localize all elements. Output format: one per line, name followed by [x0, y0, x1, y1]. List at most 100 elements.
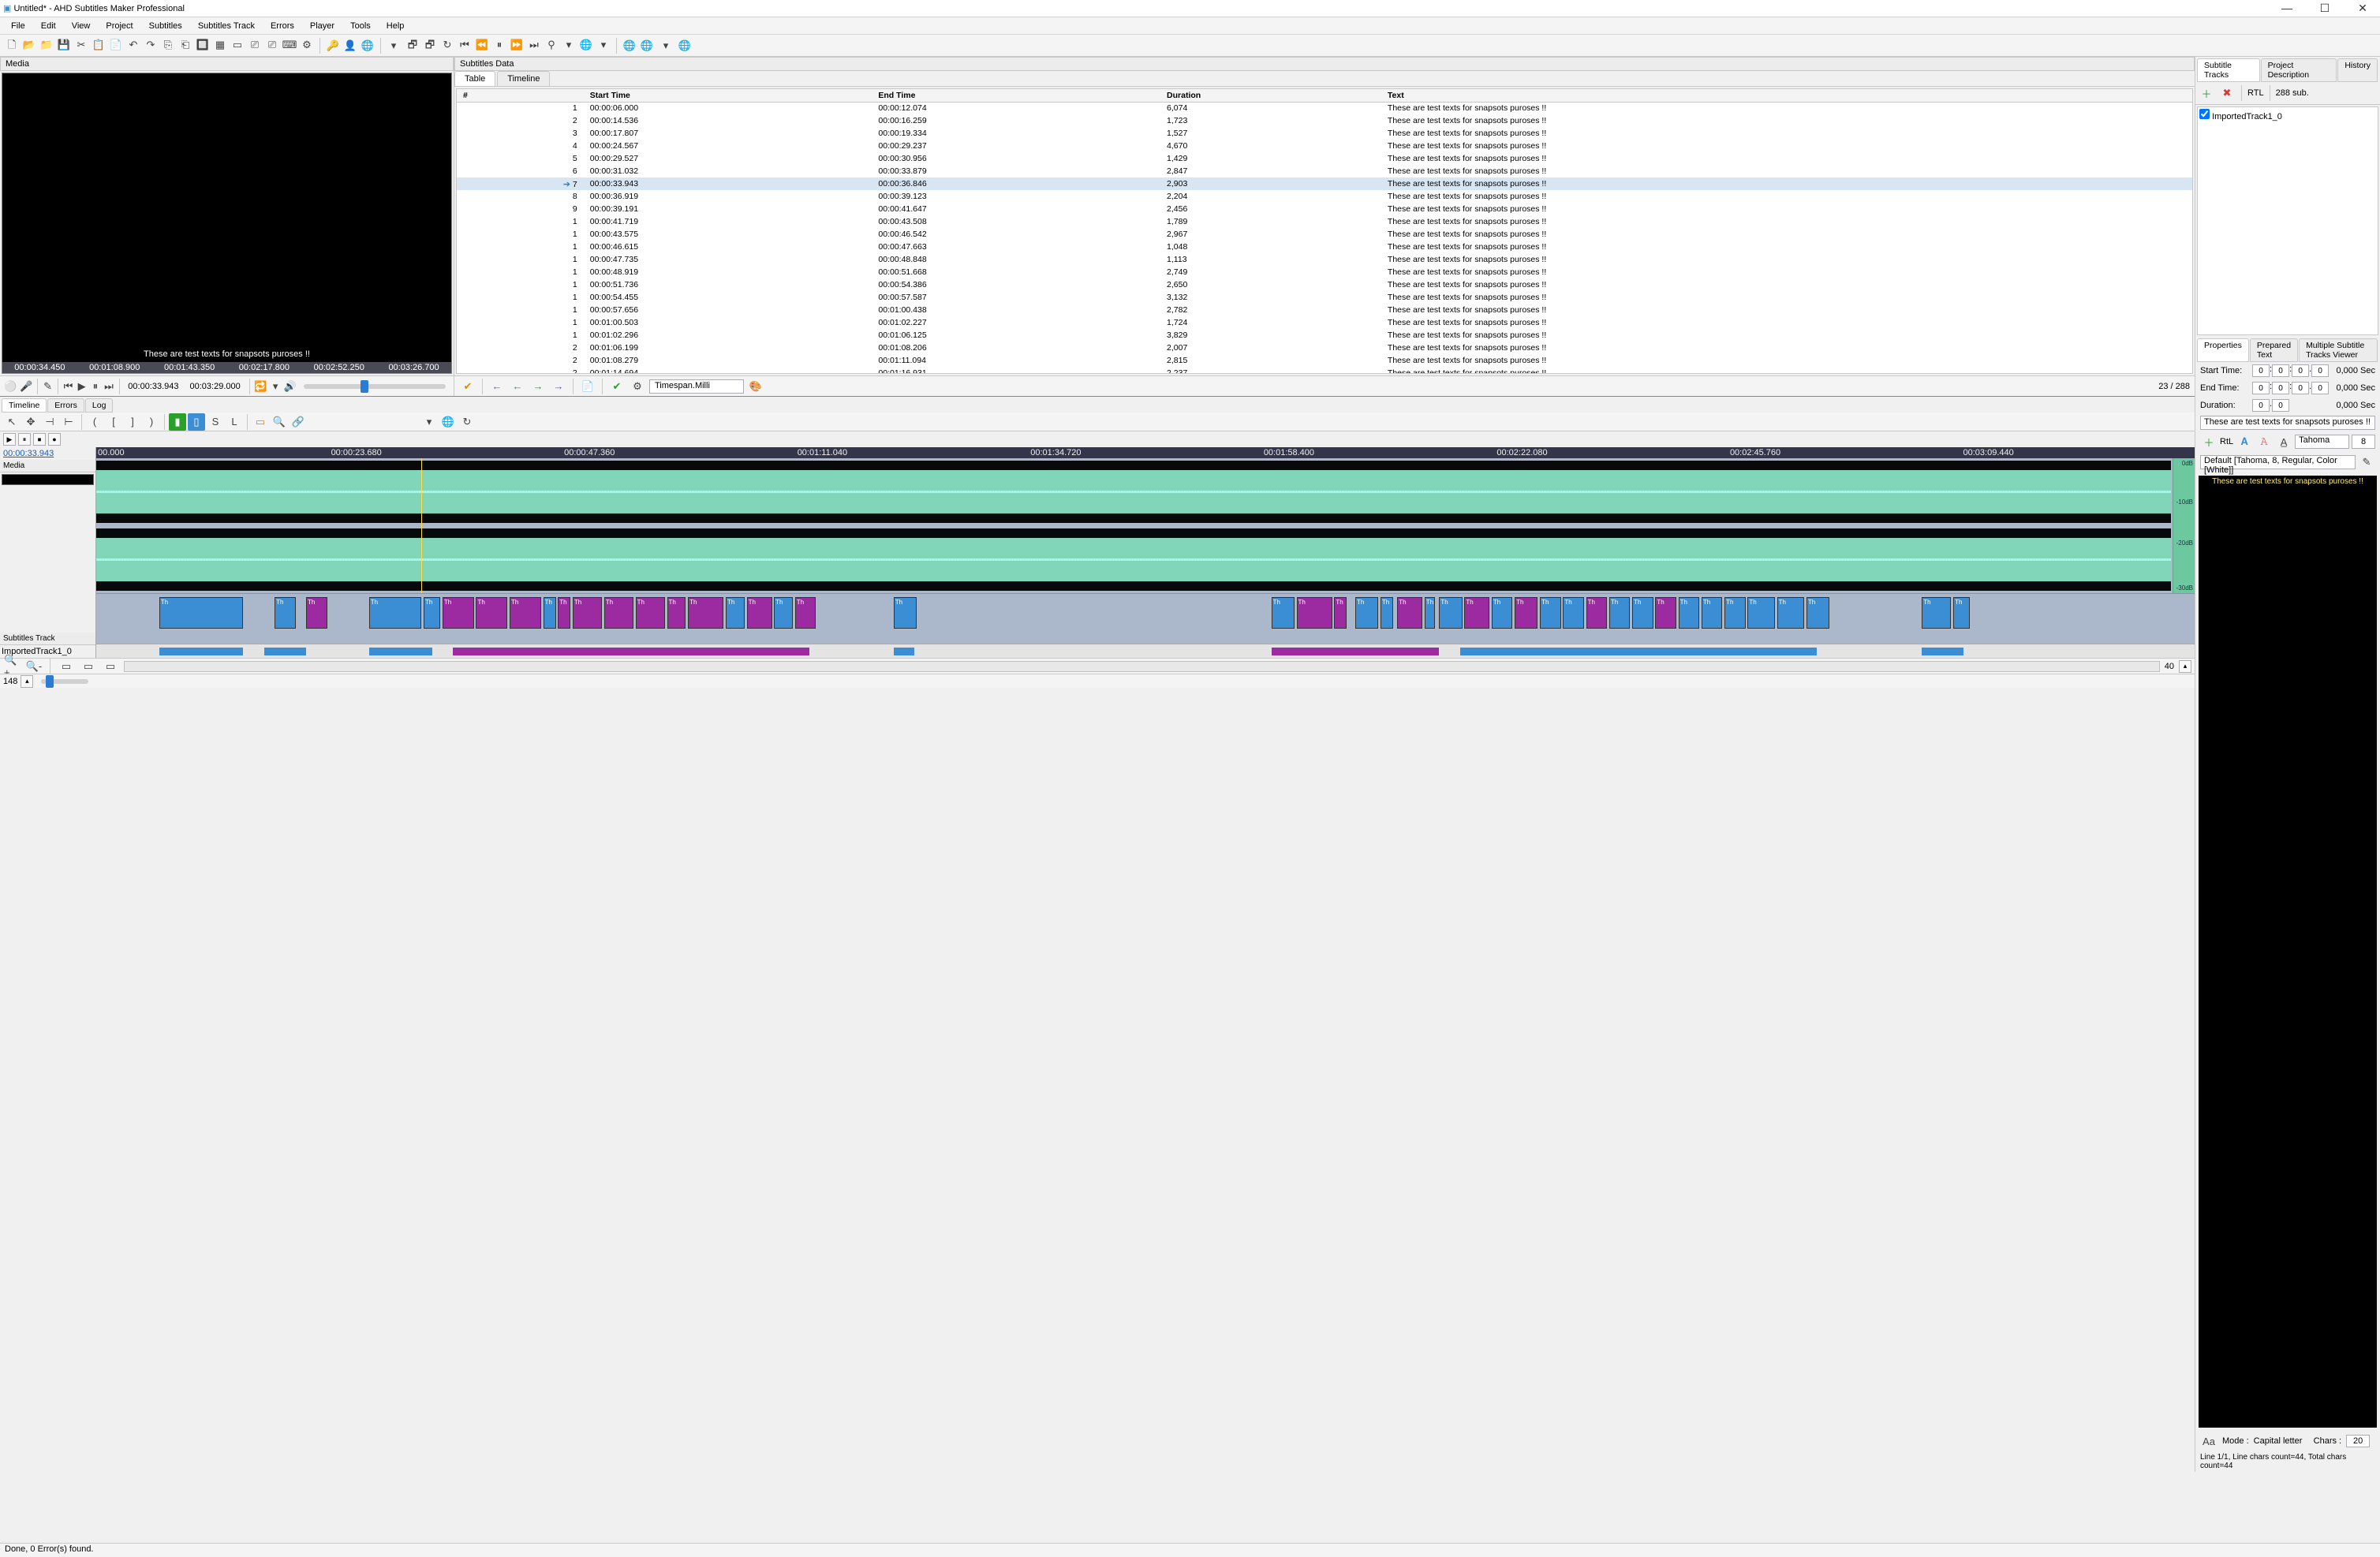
menu-help[interactable]: Help: [380, 20, 411, 32]
maximize-button[interactable]: ☐: [2311, 2, 2339, 15]
refresh-icon[interactable]: ↻: [458, 413, 476, 431]
subtitle-block[interactable]: Th: [894, 597, 917, 629]
subtitle-block[interactable]: Th: [1747, 597, 1775, 629]
table-row[interactable]: 200:01:08.27900:01:11.0942,815These are …: [457, 354, 2192, 367]
range-icon[interactable]: ⊢: [60, 413, 77, 431]
cog-icon[interactable]: ⚙: [629, 378, 646, 395]
subtitle-block[interactable]: Th: [159, 597, 243, 629]
subtitle-block[interactable]: Th: [1334, 597, 1347, 629]
table-row[interactable]: 900:00:39.19100:00:41.6472,456These are …: [457, 203, 2192, 215]
doc-icon[interactable]: 📄: [579, 378, 596, 395]
edit-icon[interactable]: ✎: [42, 378, 54, 395]
s-icon[interactable]: S: [207, 413, 224, 431]
tab-multi-viewer[interactable]: Multiple Subtitle Tracks Viewer: [2299, 338, 2378, 362]
subtitle-block[interactable]: Th: [1922, 597, 1951, 629]
table-row[interactable]: 100:00:41.71900:00:43.5081,789These are …: [457, 215, 2192, 228]
timeline-time-link[interactable]: 00:00:33.943: [0, 447, 95, 460]
menu-edit[interactable]: Edit: [35, 20, 62, 32]
l-icon[interactable]: L: [226, 413, 243, 431]
subtitle-block[interactable]: Th: [1563, 597, 1584, 629]
toolbar-button[interactable]: 🗗: [404, 38, 421, 55]
video-preview[interactable]: These are test texts for snapsots purose…: [2, 73, 452, 374]
subtitle-block[interactable]: Th: [1806, 597, 1829, 629]
toolbar-button[interactable]: ▦: [211, 36, 229, 54]
subtitle-block[interactable]: Th: [443, 597, 474, 629]
zoom-vert-spinner[interactable]: ▴: [2179, 660, 2191, 673]
toolbar-button[interactable]: 🌐: [359, 37, 376, 54]
h-scrollbar[interactable]: [124, 661, 2160, 672]
toolbar-button[interactable]: 📋: [90, 36, 107, 54]
table-row[interactable]: 100:01:00.50300:01:02.2271,724These are …: [457, 316, 2192, 329]
toolbar-button[interactable]: 🗗: [421, 38, 439, 55]
tl-rec-button[interactable]: ●: [48, 433, 61, 446]
globe-icon[interactable]: 🌐: [439, 413, 457, 431]
subtitle-block[interactable]: Th: [1702, 597, 1723, 629]
subtitle-block[interactable]: Th: [1297, 597, 1332, 629]
column-header[interactable]: #: [457, 89, 584, 102]
subtitle-block[interactable]: Th: [667, 597, 686, 629]
subtitle-block[interactable]: Th: [1632, 597, 1653, 629]
column-header[interactable]: Text: [1381, 89, 2192, 102]
subtitles-table[interactable]: #Start TimeEnd TimeDurationText100:00:06…: [456, 88, 2193, 374]
dropdown-icon[interactable]: ▾: [385, 37, 402, 54]
toolbar-button[interactable]: ✂: [73, 36, 90, 54]
dropdown-icon[interactable]: ▾: [657, 37, 674, 54]
waveform[interactable]: 0dB -10dB -20dB -30dB: [96, 458, 2195, 593]
toolbar-button[interactable]: ▾: [595, 36, 612, 54]
subtitle-block[interactable]: Th: [1540, 597, 1561, 629]
toolbar-button[interactable]: ⚙: [298, 36, 316, 54]
menu-view[interactable]: View: [65, 20, 97, 32]
globe-icon[interactable]: 🌐: [676, 37, 693, 54]
duration-input[interactable]: .: [2252, 399, 2289, 412]
default-style-combo[interactable]: Default [Tahoma, 8, Regular, Color [Whit…: [2200, 455, 2356, 469]
column-header[interactable]: Duration: [1160, 89, 1381, 102]
pointer-icon[interactable]: ✥: [22, 413, 39, 431]
volume-icon[interactable]: 🔊: [283, 378, 297, 395]
cursor-icon[interactable]: ↖: [3, 413, 21, 431]
subtitle-block[interactable]: Th: [1609, 597, 1631, 629]
table-row[interactable]: 100:00:46.61500:00:47.6631,048These are …: [457, 241, 2192, 253]
toolbar-button[interactable]: ↶: [125, 36, 142, 54]
subtitle-block[interactable]: Th: [1397, 597, 1422, 629]
arrow-left2-icon[interactable]: ←: [509, 378, 526, 395]
subtitle-block[interactable]: Th: [476, 597, 507, 629]
hand-icon[interactable]: ⊣: [41, 413, 58, 431]
menu-tools[interactable]: Tools: [344, 20, 377, 32]
toolbar-button[interactable]: 💾: [55, 36, 73, 54]
prev-button[interactable]: ⏮: [62, 378, 74, 395]
tab-subtitle-tracks[interactable]: Subtitle Tracks: [2197, 58, 2260, 82]
edit-style-icon[interactable]: ✎: [2358, 454, 2375, 471]
toolbar-button[interactable]: ⚲: [543, 36, 560, 54]
subtitle-block-track[interactable]: ThThThThThThThThThThThThThThThThThThThTh…: [96, 593, 2195, 644]
menu-file[interactable]: File: [5, 20, 32, 32]
arrow-right-icon[interactable]: →: [550, 378, 567, 395]
toolbar-button[interactable]: ⏪: [473, 36, 491, 54]
subtitle-block[interactable]: Th: [1515, 597, 1537, 629]
subtitle-block[interactable]: Th: [1425, 597, 1435, 629]
subtitle-block[interactable]: Th: [1586, 597, 1608, 629]
tab-errors[interactable]: Errors: [47, 398, 84, 413]
menu-player[interactable]: Player: [304, 20, 341, 32]
table-row[interactable]: 200:00:14.53600:00:16.2591,723These are …: [457, 114, 2192, 127]
subtitle-block[interactable]: Th: [1777, 597, 1805, 629]
toolbar-button[interactable]: ▾: [560, 36, 577, 54]
subtitle-block[interactable]: Th: [1655, 597, 1676, 629]
toolbar-button[interactable]: 🌐: [621, 37, 638, 54]
check-icon[interactable]: ✔: [459, 378, 476, 395]
table-row[interactable]: 200:01:14.69400:01:16.9312,237These are …: [457, 367, 2192, 374]
subtitle-block[interactable]: Th: [795, 597, 816, 629]
track-checkbox[interactable]: [2199, 109, 2210, 119]
toolbar-button[interactable]: ⏭: [525, 36, 543, 54]
case-icon[interactable]: Aa: [2200, 1432, 2217, 1450]
timeline-ruler[interactable]: 00.00000:00:23.68000:00:47.36000:01:11.0…: [96, 447, 2195, 458]
subtitle-block[interactable]: Th: [688, 597, 723, 629]
snap1-icon[interactable]: ▭: [58, 658, 75, 675]
play-button[interactable]: ▶: [76, 378, 88, 395]
tl-play-button[interactable]: ▶: [3, 433, 16, 446]
subtitle-block[interactable]: Th: [1492, 597, 1513, 629]
toolbar-button[interactable]: 🌐: [577, 36, 595, 54]
table-row[interactable]: 100:00:57.65600:01:00.4382,782These are …: [457, 304, 2192, 316]
minimize-button[interactable]: —: [2273, 2, 2301, 15]
volume-slider[interactable]: [304, 384, 446, 389]
table-row[interactable]: 300:00:17.80700:00:19.3341,527These are …: [457, 127, 2192, 140]
